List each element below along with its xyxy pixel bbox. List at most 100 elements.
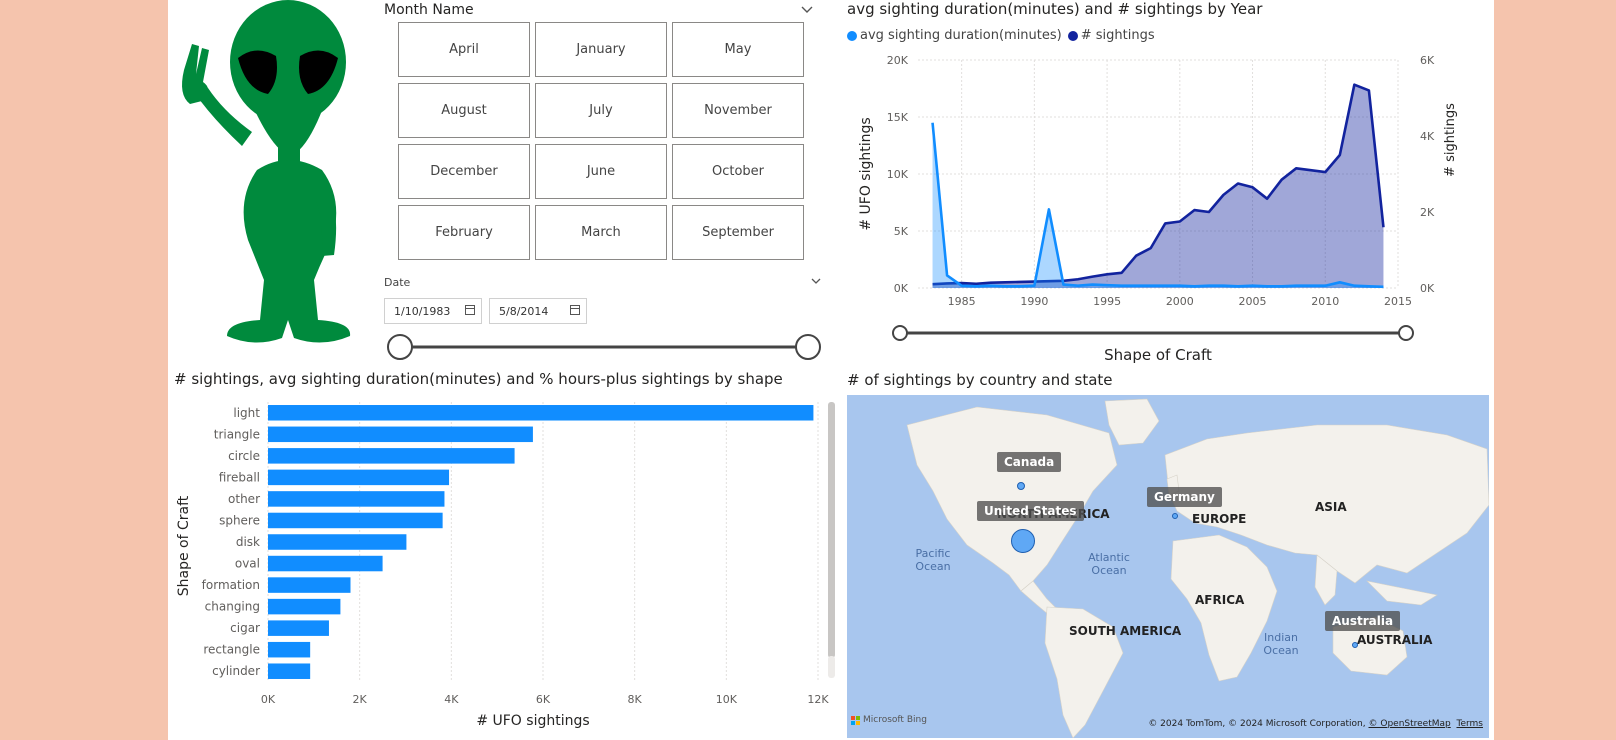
x-range-slider[interactable] bbox=[892, 325, 1414, 341]
range-handle-start[interactable] bbox=[387, 334, 413, 360]
month-tile[interactable]: June bbox=[535, 144, 667, 199]
x-tick-label: 2000 bbox=[1166, 295, 1194, 308]
x-tick-label: 2010 bbox=[1311, 295, 1339, 308]
range-handle-end[interactable] bbox=[795, 334, 821, 360]
bar-sphere[interactable] bbox=[268, 512, 443, 529]
sighting-bubble[interactable] bbox=[1017, 482, 1025, 490]
x-tick-label: 1990 bbox=[1020, 295, 1048, 308]
bar-formation[interactable] bbox=[268, 577, 351, 593]
category-label: cylinder bbox=[212, 664, 260, 678]
bar-rectangle[interactable] bbox=[268, 641, 311, 658]
attribution-text: © 2024 TomTom, © 2024 Microsoft Corporat… bbox=[1148, 719, 1366, 729]
sighting-bubble[interactable] bbox=[1011, 529, 1035, 553]
sighting-bubble[interactable] bbox=[1352, 642, 1358, 648]
y-tick-label: 15K bbox=[887, 111, 909, 124]
y-tick-label: 20K bbox=[887, 54, 909, 67]
legend-marker bbox=[1067, 30, 1078, 41]
chevron-down-icon[interactable] bbox=[800, 4, 814, 14]
y-tick-label: 0K bbox=[894, 282, 909, 295]
month-tile[interactable]: January bbox=[535, 22, 667, 77]
date-slicer-title: Date bbox=[384, 276, 411, 289]
category-label: circle bbox=[228, 449, 260, 463]
osm-link[interactable]: © OpenStreetMap bbox=[1369, 719, 1451, 729]
ocean-label: Atlantic Ocean bbox=[1088, 551, 1130, 577]
year-chart-legend: avg sighting duration(minutes) # sightin… bbox=[847, 28, 1155, 43]
bar-light[interactable] bbox=[268, 405, 814, 421]
end-date-input[interactable]: 5/8/2014 bbox=[489, 298, 587, 324]
x-tick-label: 2015 bbox=[1384, 295, 1412, 308]
date-range-slider[interactable] bbox=[384, 330, 824, 360]
bar-other[interactable] bbox=[268, 491, 445, 507]
month-tile[interactable]: September bbox=[672, 205, 804, 260]
x-tick-label: 1995 bbox=[1093, 295, 1121, 308]
country-label: United States bbox=[977, 501, 1084, 521]
category-label: oval bbox=[235, 557, 260, 571]
bar-cigar[interactable] bbox=[268, 620, 329, 636]
map-title: # of sightings by country and state bbox=[847, 371, 1113, 389]
microsoft-logo-icon bbox=[851, 715, 860, 725]
range-handle-end[interactable] bbox=[1398, 325, 1414, 341]
x-tick-label: 1985 bbox=[948, 295, 976, 308]
month-tile[interactable]: April bbox=[398, 22, 530, 77]
country-label: Germany bbox=[1147, 487, 1222, 507]
sightings-series-area bbox=[932, 84, 1384, 288]
month-slicer-title: Month Name bbox=[384, 2, 474, 18]
bar-circle[interactable] bbox=[268, 448, 515, 464]
ocean-label: Indian Ocean bbox=[1263, 631, 1299, 657]
month-tile[interactable]: July bbox=[535, 83, 667, 138]
start-date-input[interactable]: 1/10/1983 bbox=[384, 298, 482, 324]
calendar-icon[interactable] bbox=[570, 305, 580, 315]
x-axis-label: # UFO sightings bbox=[476, 713, 589, 729]
terms-link[interactable]: Terms bbox=[1456, 719, 1483, 729]
legend-marker bbox=[847, 30, 857, 41]
y2-axis-label: # sightings bbox=[1443, 103, 1458, 177]
year-chart-title: avg sighting duration(minutes) and # sig… bbox=[847, 0, 1263, 18]
month-tile[interactable]: August bbox=[398, 83, 530, 138]
x-tick-label: 2005 bbox=[1239, 295, 1267, 308]
bar-cylinder[interactable] bbox=[268, 663, 311, 679]
bing-logo: Microsoft Bing bbox=[851, 715, 927, 725]
continent-label: EUROPE bbox=[1192, 512, 1247, 526]
category-label: fireball bbox=[219, 470, 260, 484]
category-label: disk bbox=[236, 535, 260, 549]
bar-disk[interactable] bbox=[268, 534, 407, 550]
chevron-down-icon[interactable] bbox=[810, 277, 822, 286]
sighting-bubble[interactable] bbox=[1172, 513, 1178, 519]
ocean-label: Pacific Ocean bbox=[915, 547, 951, 573]
bar-fireball[interactable] bbox=[268, 469, 450, 486]
x-tick-label: 2K bbox=[353, 693, 368, 706]
x-tick-label: 4K bbox=[444, 693, 459, 706]
continent-label: SOUTH AMERICA bbox=[1069, 624, 1182, 638]
category-label: triangle bbox=[214, 427, 260, 441]
y-axis-label: # UFO sightings bbox=[858, 117, 874, 230]
legend-item: avg sighting duration(minutes) bbox=[860, 28, 1062, 43]
calendar-icon[interactable] bbox=[465, 305, 475, 315]
x-axis-label: Shape of Craft bbox=[1104, 346, 1212, 364]
start-date-value: 1/10/1983 bbox=[394, 304, 451, 318]
shape-chart-title: # sightings, avg sighting duration(minut… bbox=[174, 370, 783, 388]
legend-item: # sightings bbox=[1080, 28, 1155, 43]
sightings-map[interactable]: NORTH AMERICAEUROPEASIAAFRICASOUTH AMERI… bbox=[847, 395, 1489, 738]
month-tile[interactable]: October bbox=[672, 144, 804, 199]
range-handle-start[interactable] bbox=[892, 325, 908, 341]
y2-tick-label: 6K bbox=[1420, 54, 1435, 67]
scrollbar-track[interactable] bbox=[828, 656, 835, 678]
end-date-value: 5/8/2014 bbox=[499, 304, 549, 318]
continent-label: AUSTRALIA bbox=[1357, 633, 1433, 647]
x-tick-label: 12K bbox=[807, 693, 829, 706]
month-tile[interactable]: November bbox=[672, 83, 804, 138]
bar-changing[interactable] bbox=[268, 598, 341, 615]
category-label: sphere bbox=[219, 513, 260, 527]
month-tile[interactable]: May bbox=[672, 22, 804, 77]
alien-image bbox=[182, 0, 351, 343]
y-tick-label: 10K bbox=[887, 168, 909, 181]
bing-brand: Microsoft Bing bbox=[863, 715, 927, 725]
month-tile[interactable]: December bbox=[398, 144, 530, 199]
bar-oval[interactable] bbox=[268, 555, 383, 572]
y2-tick-label: 0K bbox=[1420, 282, 1435, 295]
month-tile[interactable]: March bbox=[535, 205, 667, 260]
scrollbar[interactable] bbox=[828, 402, 835, 658]
category-label: light bbox=[233, 406, 260, 420]
month-tile[interactable]: February bbox=[398, 205, 530, 260]
bar-triangle[interactable] bbox=[268, 426, 533, 443]
